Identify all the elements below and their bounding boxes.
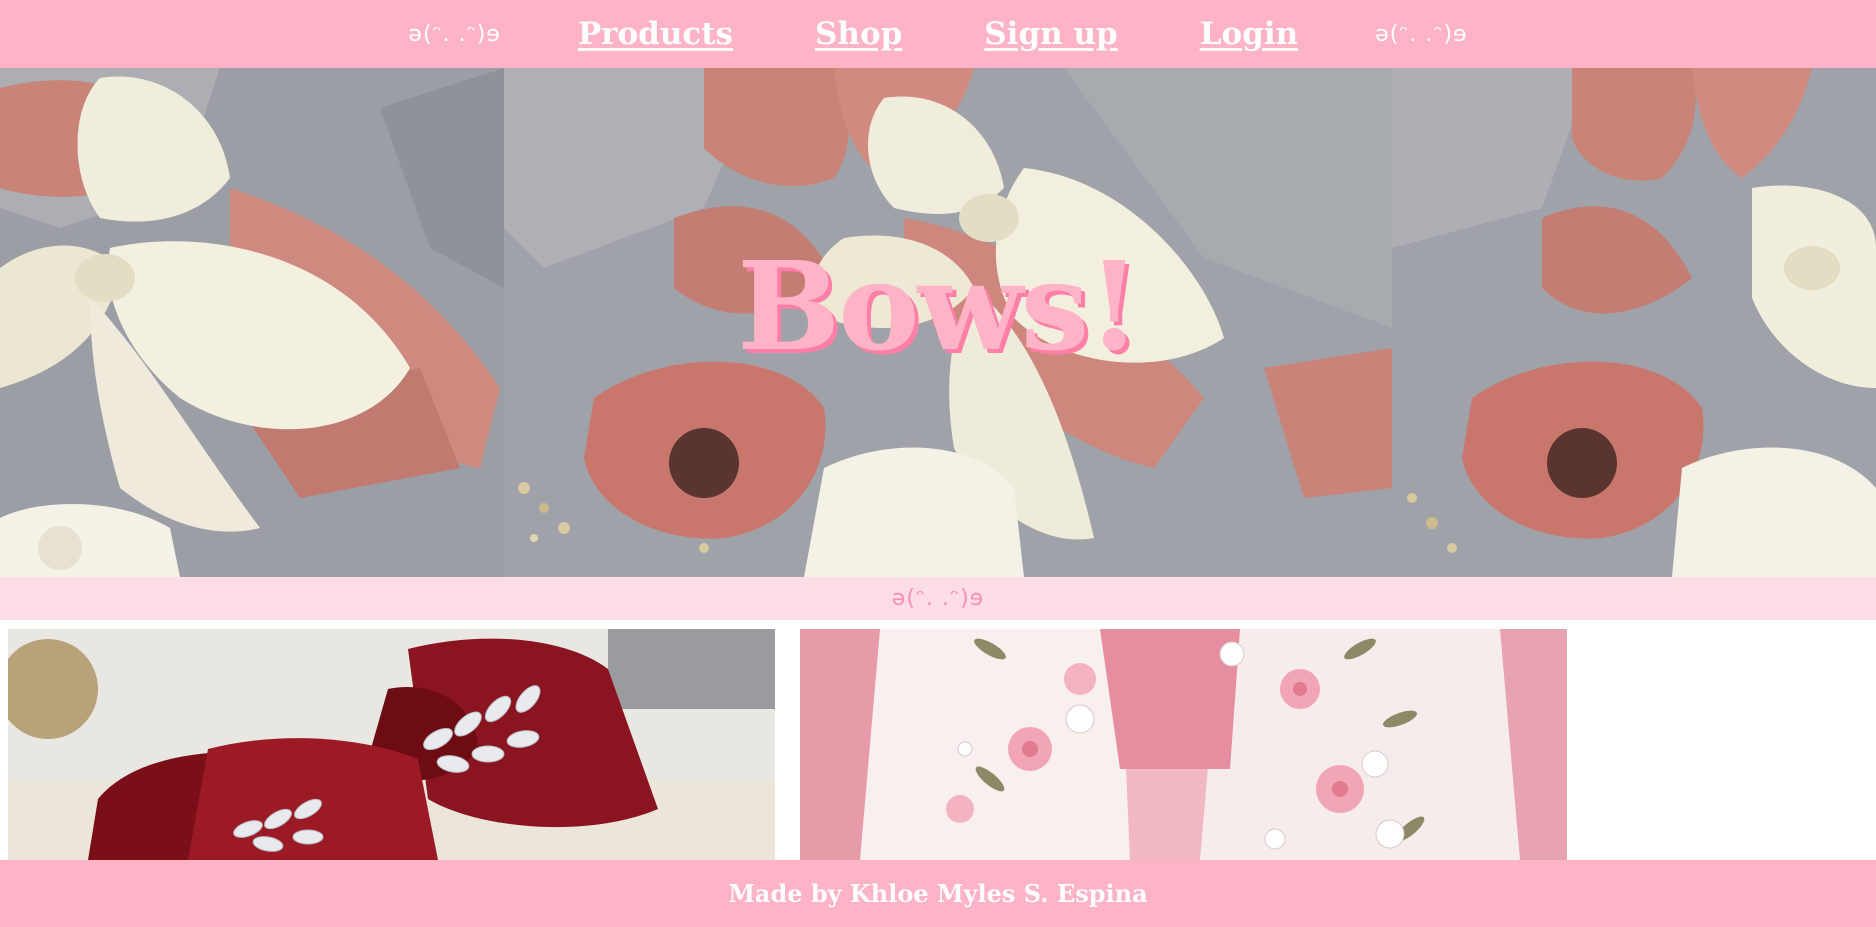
footer-credit: Made by Khloe Myles S. Espina	[728, 879, 1148, 908]
nav-link-signup[interactable]: Sign up	[984, 16, 1117, 52]
strip-decor: ə(ᵔ. .ᵔ)ɘ	[891, 586, 985, 611]
footer: Made by Khloe Myles S. Espina	[0, 860, 1876, 927]
top-nav: ə(ᵔ. .ᵔ)ɘ Products Shop Sign up Login ə(…	[0, 0, 1876, 68]
nav-decor-right: ə(ᵔ. .ᵔ)ɘ	[1375, 21, 1468, 47]
nav-link-products[interactable]: Products	[578, 16, 733, 52]
nav-link-login[interactable]: Login	[1200, 16, 1298, 52]
nav-decor-left: ə(ᵔ. .ᵔ)ɘ	[408, 21, 501, 47]
hero-banner: Bows!	[0, 68, 1876, 577]
decor-strip: ə(ᵔ. .ᵔ)ɘ	[0, 577, 1876, 620]
product-gallery	[0, 620, 1876, 860]
nav-link-shop[interactable]: Shop	[815, 16, 902, 52]
velvet-bow-image[interactable]	[8, 629, 775, 860]
hero-title: Bows!	[737, 234, 1141, 378]
embroidered-bow-image[interactable]	[800, 629, 1567, 860]
